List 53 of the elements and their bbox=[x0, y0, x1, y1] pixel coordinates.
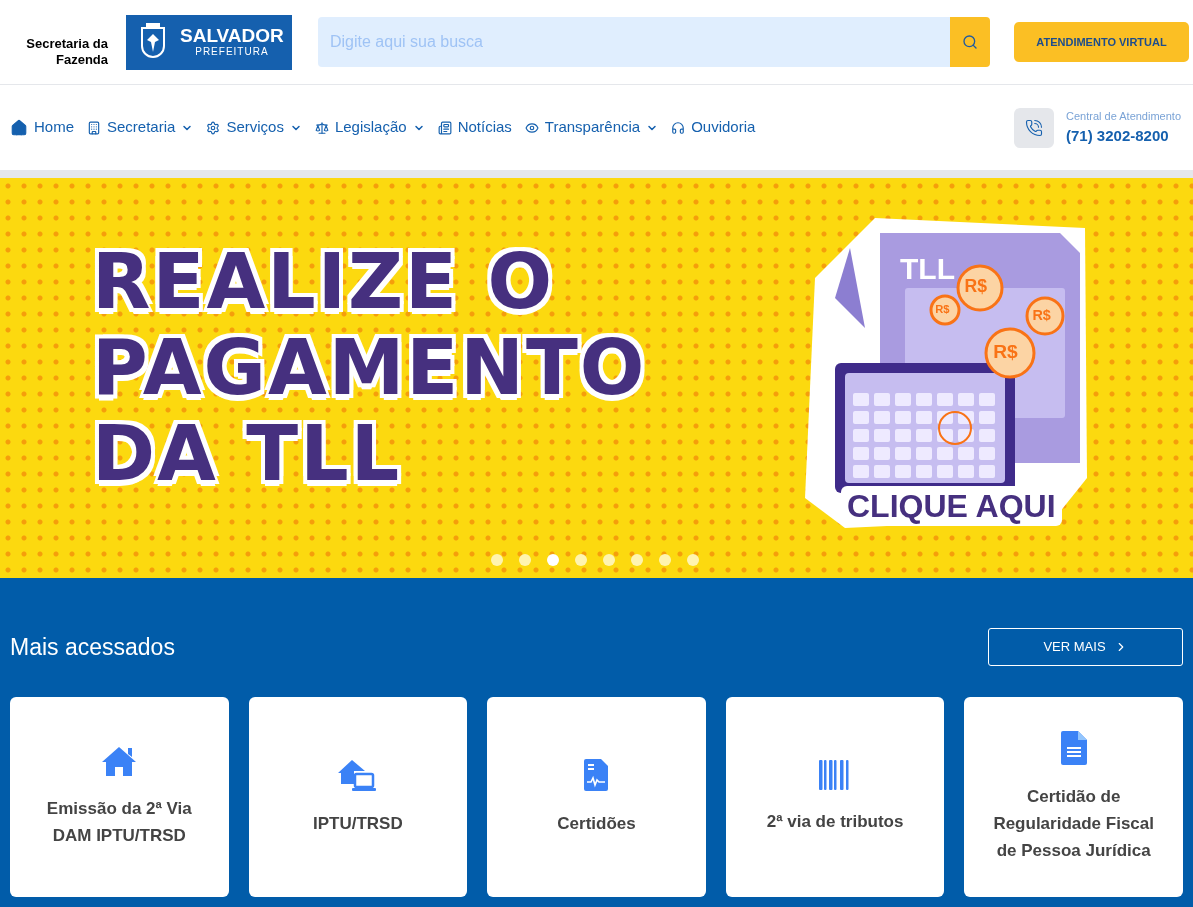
coin-label: R$ bbox=[935, 303, 950, 315]
service-card[interactable]: IPTU/TRSD bbox=[248, 697, 468, 897]
nav-link[interactable]: Secretaria bbox=[87, 116, 194, 139]
banner-headline-line: REALIZE O bbox=[92, 239, 556, 325]
promo-banner[interactable]: REALIZE O PAGAMENTO DA TLL TLL R$ R$ R$ R$ CLIQUE AQUI bbox=[0, 178, 1193, 578]
logo-subtitle: PREFEITURA bbox=[195, 46, 269, 58]
contact-label: Central de Atendimento bbox=[1066, 109, 1181, 124]
banner-headline-line: DA TLL bbox=[92, 411, 403, 497]
document-label: TLL bbox=[900, 253, 955, 285]
scale-icon bbox=[314, 120, 329, 135]
document-icon bbox=[1060, 730, 1087, 765]
logo-title: SALVADOR bbox=[180, 26, 284, 46]
virtual-service-button[interactable]: ATENDIMENTO VIRTUAL bbox=[1014, 22, 1189, 62]
contact-phone: (71) 3202-8200 bbox=[1066, 125, 1170, 146]
org-name: Secretaria da Fazenda bbox=[25, 36, 108, 68]
house-laptop-icon bbox=[336, 757, 379, 792]
card-title-line: Certidão de bbox=[1026, 785, 1121, 808]
home-icon bbox=[10, 118, 28, 137]
nav-link[interactable]: Serviços bbox=[206, 116, 302, 139]
nav-link[interactable]: Legislação bbox=[314, 116, 425, 139]
see-more-button[interactable]: VER MAIS bbox=[988, 628, 1183, 666]
card-title-line: IPTU/TRSD bbox=[313, 812, 403, 835]
card-title-line: Certidões bbox=[557, 812, 636, 835]
certificate-document-icon bbox=[583, 757, 610, 792]
search-button[interactable] bbox=[950, 17, 990, 67]
eye-icon bbox=[524, 120, 539, 135]
phone-icon bbox=[1025, 118, 1044, 137]
city-logo[interactable]: SALVADOR PREFEITURA bbox=[126, 14, 292, 70]
section-title: Mais acessados bbox=[10, 632, 175, 662]
search-icon bbox=[962, 34, 978, 50]
nav-link[interactable]: Notícias bbox=[437, 116, 512, 139]
nav-link[interactable]: Transparência bbox=[524, 116, 659, 139]
newspaper-icon bbox=[437, 120, 452, 135]
card-title-line: de Pessoa Jurídica bbox=[996, 839, 1151, 862]
card-title-line: 2ª via de tributos bbox=[766, 810, 904, 833]
gear-icon bbox=[206, 120, 221, 135]
card-title-line: Emissão da 2ª Via bbox=[46, 798, 192, 820]
service-card[interactable]: Emissão da 2ª Via DAM IPTU/TRSD bbox=[10, 697, 229, 897]
search-field[interactable]: Digite aqui sua busca bbox=[318, 17, 950, 67]
nav-link[interactable]: Ouvidoria bbox=[671, 116, 756, 139]
building-icon bbox=[87, 120, 101, 135]
card-title-line: Regularidade Fiscal bbox=[993, 812, 1154, 835]
headphones-icon bbox=[671, 120, 686, 135]
coin-label: R$ bbox=[1032, 307, 1051, 323]
nav-link[interactable]: Home bbox=[10, 116, 74, 139]
service-card[interactable]: Certidões bbox=[487, 697, 706, 897]
banner-cta[interactable]: CLIQUE AQUI bbox=[841, 486, 1062, 526]
banner-headline-line: PAGAMENTO bbox=[92, 325, 647, 411]
service-card[interactable]: 2ª via de tributos bbox=[725, 697, 945, 897]
card-title-line: DAM IPTU/TRSD bbox=[52, 825, 186, 847]
coin-label: R$ bbox=[964, 278, 988, 296]
service-card[interactable]: Certidão de Regularidade Fiscal de Pessoa Jurídica bbox=[964, 697, 1183, 897]
coin-label: R$ bbox=[993, 342, 1018, 362]
